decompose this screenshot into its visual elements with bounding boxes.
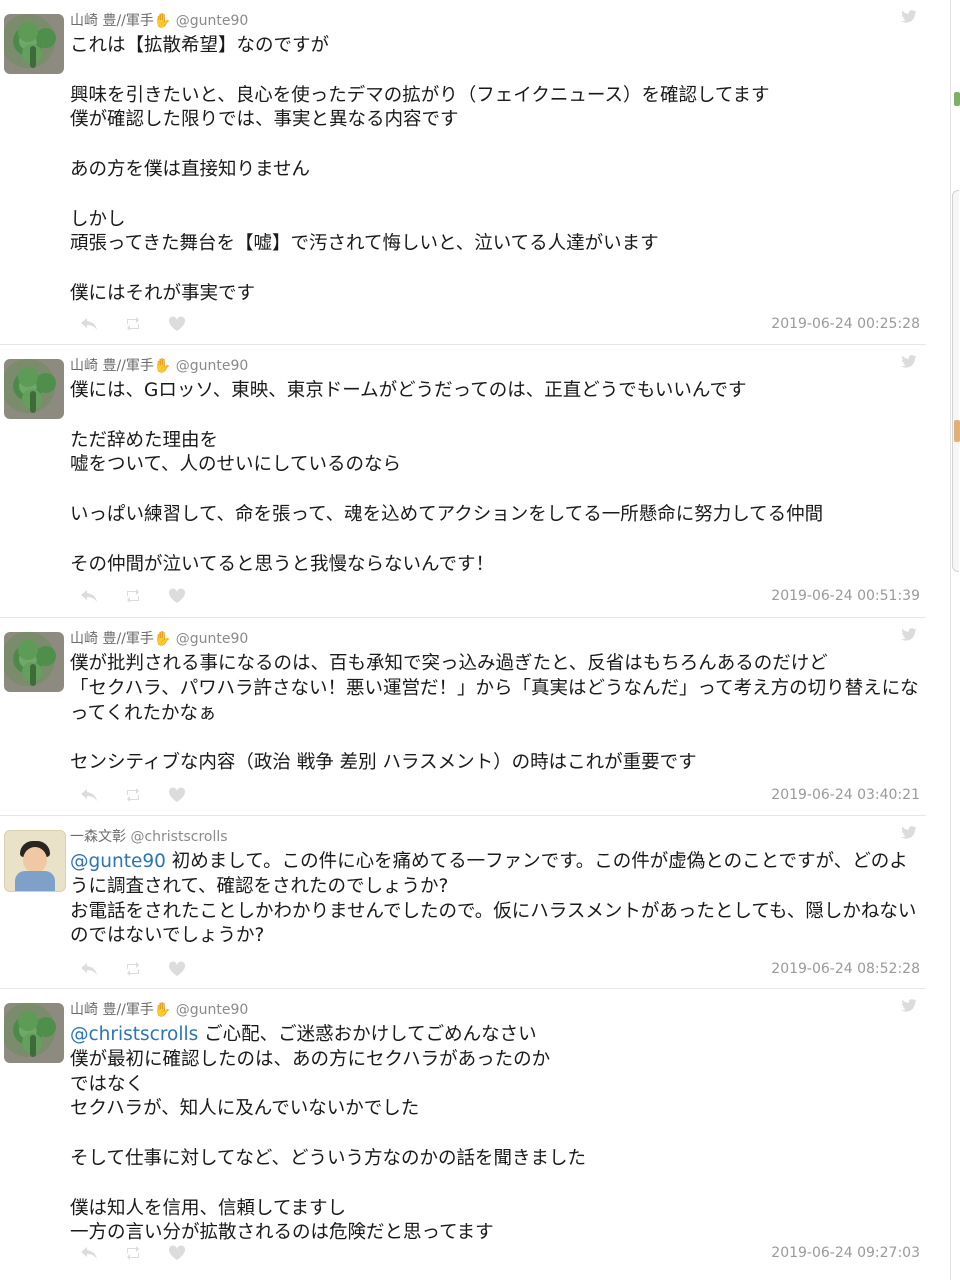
edge-thumbnail xyxy=(954,92,960,106)
tweet-body: 僕が批判される事になるのは、百も承知で突っ込み過ぎたと、反省はもちろんあるのだけ… xyxy=(70,653,919,774)
tweet-header: 山崎 豊//軍手✋ @gunte90 xyxy=(70,355,248,375)
tweet-text: @gunte90 初めまして。この件に心を痛めてる一ファンです。この件が虚偽との… xyxy=(70,850,920,949)
author-handle[interactable]: @gunte90 xyxy=(176,631,249,647)
tweet-header: 一森文彰 @christscrolls xyxy=(70,826,228,846)
twitter-bird-icon xyxy=(901,628,917,641)
avatar-face xyxy=(23,847,47,873)
author-name[interactable]: 山崎 豊//軍手 xyxy=(70,1002,154,1018)
twitter-bird-icon xyxy=(901,999,917,1012)
tweet-timestamp[interactable]: 2019-06-24 00:25:28 xyxy=(771,316,920,332)
tweet-actions xyxy=(80,588,186,604)
tweet-header: 山崎 豊//軍手✋ @gunte90 xyxy=(70,10,248,30)
author-name[interactable]: 山崎 豊//軍手 xyxy=(70,631,154,647)
user-avatar[interactable] xyxy=(4,830,66,892)
author-handle[interactable]: @gunte90 xyxy=(176,1002,249,1018)
raised-hand-icon: ✋ xyxy=(153,13,172,29)
reply-icon[interactable] xyxy=(80,962,98,976)
user-avatar[interactable] xyxy=(4,359,64,419)
like-icon[interactable] xyxy=(168,1245,186,1261)
tweet-header: 山崎 豊//軍手✋ @gunte90 xyxy=(70,628,248,648)
tweet-text: 僕が批判される事になるのは、百も承知で突っ込み過ぎたと、反省はもちろんあるのだけ… xyxy=(70,652,920,776)
retweet-icon[interactable] xyxy=(124,589,142,603)
tweet-actions xyxy=(80,961,186,977)
user-avatar[interactable] xyxy=(4,14,64,74)
like-icon[interactable] xyxy=(168,316,186,332)
like-icon[interactable] xyxy=(168,961,186,977)
raised-hand-icon: ✋ xyxy=(153,631,172,647)
tweet-card: 一森文彰 @christscrolls @gunte90 初めまして。この件に心… xyxy=(0,816,926,989)
tweet-card: 山崎 豊//軍手✋ @gunte90 僕が批判される事になるのは、百も承知で突っ… xyxy=(0,618,926,816)
tweet-text: @christscrolls ご心配、ご迷惑おかけしてごめんなさい 僕が最初に確… xyxy=(70,1023,920,1246)
tweet-text: これは【拡散希望】なのですが 興味を引きたいと、良心を使ったデマの拡がり（フェイ… xyxy=(70,34,920,307)
tweet-mention[interactable]: @christscrolls xyxy=(70,1024,198,1045)
like-icon[interactable] xyxy=(168,588,186,604)
reply-icon[interactable] xyxy=(80,1246,98,1260)
tweet-actions xyxy=(80,787,186,803)
tweet-timeline: 山崎 豊//軍手✋ @gunte90 これは【拡散希望】なのですが 興味を引きた… xyxy=(0,0,926,1280)
like-icon[interactable] xyxy=(168,787,186,803)
twitter-bird-icon xyxy=(901,10,917,23)
twitter-bird-icon xyxy=(901,355,917,368)
tweet-actions xyxy=(80,1245,186,1261)
tweet-actions xyxy=(80,316,186,332)
tweet-text: 僕には、Gロッソ、東映、東京ドームがどうだってのは、正直どうでもいいんです ただ… xyxy=(70,379,920,577)
tweet-body: ご心配、ご迷惑おかけしてごめんなさい 僕が最初に確認したのは、あの方にセクハラが… xyxy=(70,1024,586,1244)
author-name[interactable]: 山崎 豊//軍手 xyxy=(70,358,154,374)
tweet-timestamp[interactable]: 2019-06-24 00:51:39 xyxy=(771,588,920,604)
raised-hand-icon: ✋ xyxy=(153,1002,172,1018)
twitter-bird-icon xyxy=(901,826,917,839)
avatar-shirt xyxy=(15,871,55,891)
tweet-card: 山崎 豊//軍手✋ @gunte90 @christscrolls ご心配、ご迷… xyxy=(0,989,926,1280)
tweet-body: 初めまして。この件に心を痛めてる一ファンです。この件が虚偽とのことですが、どのよ… xyxy=(70,851,917,947)
tweet-card: 山崎 豊//軍手✋ @gunte90 これは【拡散希望】なのですが 興味を引きた… xyxy=(0,0,926,345)
retweet-icon[interactable] xyxy=(124,788,142,802)
reply-icon[interactable] xyxy=(80,788,98,802)
author-handle[interactable]: @christscrolls xyxy=(130,829,227,845)
tweet-header: 山崎 豊//軍手✋ @gunte90 xyxy=(70,999,248,1019)
retweet-icon[interactable] xyxy=(124,962,142,976)
tweet-body: 僕には、Gロッソ、東映、東京ドームがどうだってのは、正直どうでもいいんです ただ… xyxy=(70,380,824,575)
author-name[interactable]: 一森文彰 xyxy=(70,829,126,845)
tweet-timestamp[interactable]: 2019-06-24 08:52:28 xyxy=(771,961,920,977)
tweet-card: 山崎 豊//軍手✋ @gunte90 僕には、Gロッソ、東映、東京ドームがどうだ… xyxy=(0,345,926,618)
tweet-body: これは【拡散希望】なのですが 興味を引きたいと、良心を使ったデマの拡がり（フェイ… xyxy=(70,35,770,304)
raised-hand-icon: ✋ xyxy=(153,358,172,374)
tweet-timestamp[interactable]: 2019-06-24 09:27:03 xyxy=(771,1245,920,1261)
edge-thumbnail xyxy=(954,420,960,442)
author-handle[interactable]: @gunte90 xyxy=(176,358,249,374)
author-handle[interactable]: @gunte90 xyxy=(176,13,249,29)
author-name[interactable]: 山崎 豊//軍手 xyxy=(70,13,154,29)
retweet-icon[interactable] xyxy=(124,1246,142,1260)
reply-icon[interactable] xyxy=(80,317,98,331)
tweet-mention[interactable]: @gunte90 xyxy=(70,851,166,872)
user-avatar[interactable] xyxy=(4,1003,64,1063)
retweet-icon[interactable] xyxy=(124,317,142,331)
user-avatar[interactable] xyxy=(4,632,64,692)
scrollbar-thumb[interactable] xyxy=(952,190,959,572)
reply-icon[interactable] xyxy=(80,589,98,603)
scrollbar-track[interactable] xyxy=(950,0,951,1280)
tweet-timestamp[interactable]: 2019-06-24 03:40:21 xyxy=(771,787,920,803)
